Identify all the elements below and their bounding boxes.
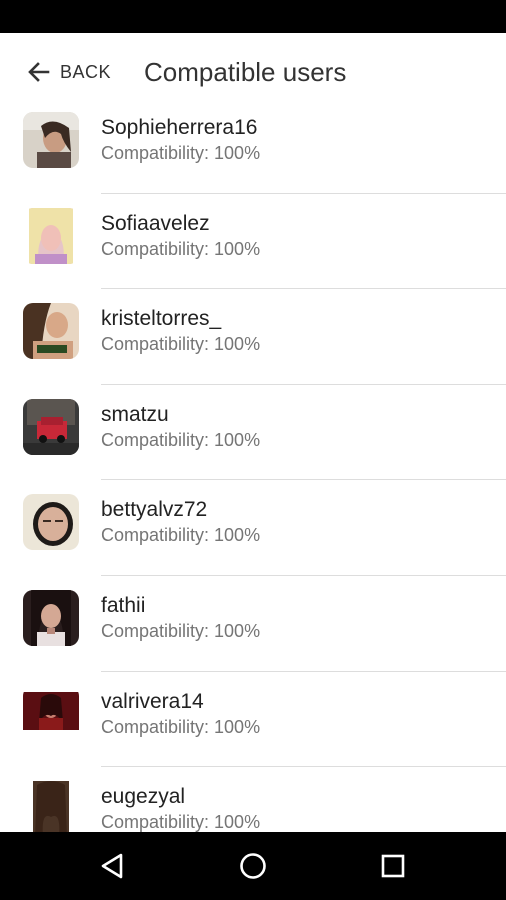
compatibility-label: Compatibility: 100% xyxy=(101,716,261,737)
user-avatar[interactable] xyxy=(23,207,79,264)
user-row[interactable]: eugezyal Compatibility: 100% xyxy=(0,767,506,832)
arrow-left-icon xyxy=(28,62,50,82)
user-avatar[interactable] xyxy=(23,398,79,455)
user-row[interactable]: smatzu Compatibility: 100% xyxy=(0,385,506,481)
compatibility-label: Compatibility: 100% xyxy=(101,429,261,450)
triangle-back-icon xyxy=(101,853,123,879)
user-avatar[interactable] xyxy=(23,494,79,551)
compatibility-label: Compatibility: 100% xyxy=(101,812,261,832)
user-avatar[interactable] xyxy=(23,781,79,832)
nav-back-button[interactable] xyxy=(94,848,130,884)
user-row[interactable]: fathii Compatibility: 100% xyxy=(0,576,506,672)
compatibility-label: Compatibility: 100% xyxy=(101,143,261,163)
user-avatar[interactable] xyxy=(23,112,79,168)
user-row[interactable]: Sofiaavelez Compatibility: 100% xyxy=(0,194,506,290)
user-avatar[interactable] xyxy=(23,685,79,742)
username: eugezyal xyxy=(101,785,186,809)
circle-home-icon xyxy=(240,853,266,879)
nav-recents-button[interactable] xyxy=(375,848,411,884)
page-title: Compatible users xyxy=(144,57,347,87)
back-label: BACK xyxy=(60,61,112,82)
username: kristeltorres_ xyxy=(101,307,222,331)
username: fathii xyxy=(101,593,146,617)
compatibility-label: Compatibility: 100% xyxy=(101,334,261,355)
user-row[interactable]: bettyalvz72 Compatibility: 100% xyxy=(0,480,506,576)
username: valrivera14 xyxy=(101,689,204,713)
user-row[interactable]: Sophieherrera16 Compatibility: 100% xyxy=(0,98,506,194)
user-avatar[interactable] xyxy=(23,303,79,360)
back-button[interactable]: BACK xyxy=(26,55,111,89)
square-recents-icon xyxy=(381,854,405,878)
username: Sophieherrera16 xyxy=(101,116,258,139)
app-screen: BACK Compatible users Sophieherrera16 Co… xyxy=(0,33,506,832)
compatibility-label: Compatibility: 100% xyxy=(101,525,261,546)
compatibility-label: Compatibility: 100% xyxy=(101,620,261,641)
user-list: Sophieherrera16 Compatibility: 100% Sofi… xyxy=(0,98,506,832)
status-bar xyxy=(0,0,506,33)
user-row[interactable]: kristeltorres_ Compatibility: 100% xyxy=(0,289,506,385)
nav-home-button[interactable] xyxy=(235,848,271,884)
navigation-bar xyxy=(0,832,506,900)
user-avatar[interactable] xyxy=(23,589,79,646)
compatibility-label: Compatibility: 100% xyxy=(101,238,261,259)
user-row[interactable]: valrivera14 Compatibility: 100% xyxy=(0,672,506,768)
username: bettyalvz72 xyxy=(101,498,208,522)
username: smatzu xyxy=(101,402,169,426)
username: Sofiaavelez xyxy=(101,211,210,235)
